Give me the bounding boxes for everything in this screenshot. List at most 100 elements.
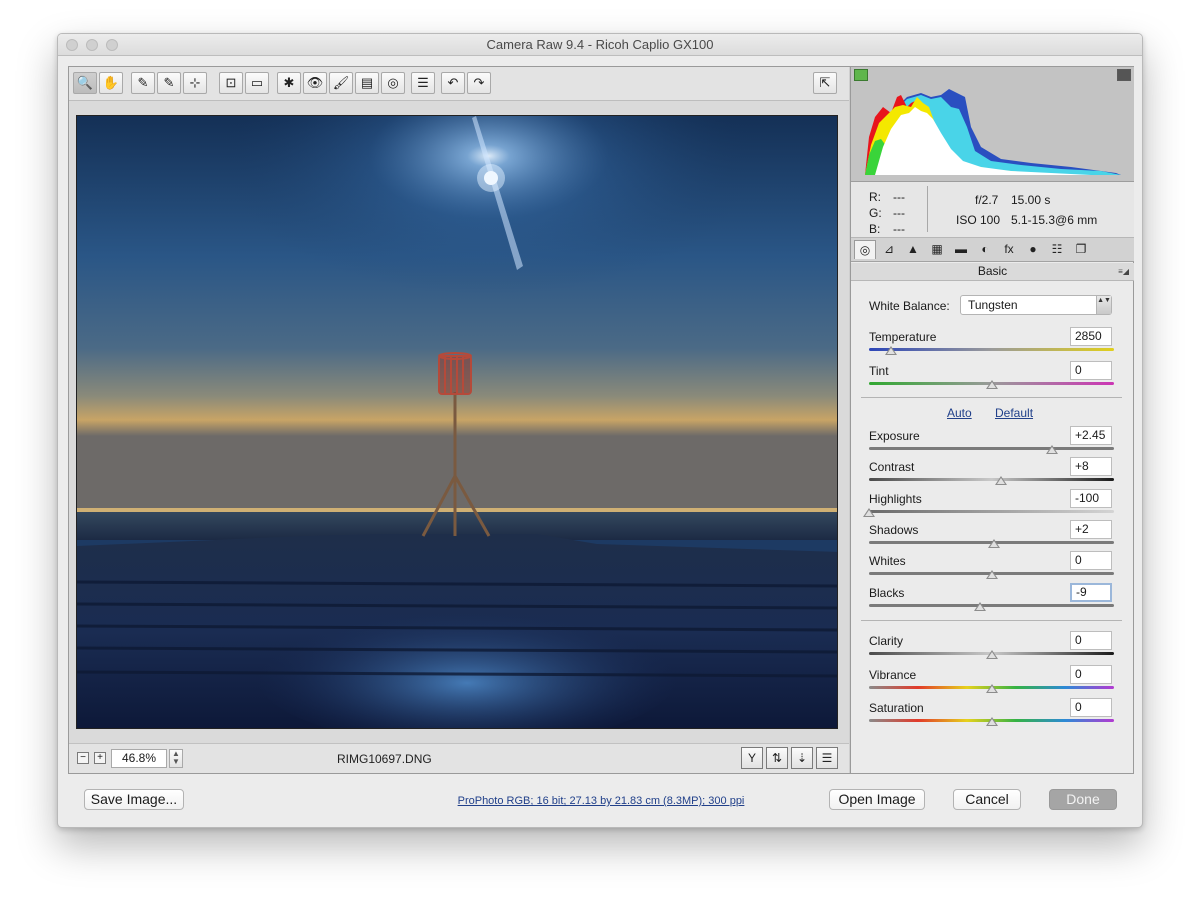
highlights-value-field[interactable]: -100: [1070, 489, 1112, 508]
adjustment-brush-button[interactable]: 🖌: [329, 72, 353, 94]
vibrance-slider-thumb[interactable]: [985, 684, 998, 693]
panel-menu-icon[interactable]: ≡◢: [1118, 263, 1129, 280]
contrast-slider-track[interactable]: [869, 478, 1114, 481]
graduated-filter-button[interactable]: ▤: [355, 72, 379, 94]
tab-lens-corrections-icon[interactable]: ◐: [974, 240, 996, 259]
clarity-value-field[interactable]: 0: [1070, 631, 1112, 650]
zoom-tool-button[interactable]: 🔍: [73, 72, 97, 94]
hand-tool-button[interactable]: ✋: [99, 72, 123, 94]
toolbar: ⇱ 🔍 ✋ ✎ ✎ ⊹ ⊡ ▭ ✱ 👁 🖌 ▤ ◎ ☰ ↶ ↷: [69, 67, 849, 101]
temperature-slider-thumb[interactable]: [885, 346, 898, 355]
whites-value-field[interactable]: 0: [1070, 551, 1112, 570]
exposure-value-field[interactable]: +2.45: [1070, 426, 1112, 445]
camera-readout: R: --- G: --- B: --- f/2.7 15.00 s ISO 1…: [851, 182, 1134, 238]
shadows-label: Shadows: [869, 523, 919, 537]
whites-label: Whites: [869, 554, 906, 568]
filename-label: RIMG10697.DNG: [337, 752, 432, 766]
saturation-slider-thumb[interactable]: [985, 717, 998, 726]
blacks-slider-thumb[interactable]: [974, 602, 987, 611]
blacks-slider-track[interactable]: [869, 604, 1114, 607]
white-balance-label: White Balance:: [869, 299, 950, 313]
tab-camera-calibration-icon[interactable]: ●: [1022, 240, 1044, 259]
exposure-slider-thumb[interactable]: [1045, 445, 1058, 454]
blacks-value-field[interactable]: -9: [1070, 583, 1112, 602]
straighten-tool-icon: ▭: [250, 75, 264, 90]
shutter-speed-value: 15.00 s: [1011, 193, 1051, 207]
color-sampler-tool-button[interactable]: ✎: [157, 72, 181, 94]
tab-split-toning-icon[interactable]: ▬: [950, 240, 972, 259]
contrast-value-field[interactable]: +8: [1070, 457, 1112, 476]
highlights-slider-thumb[interactable]: [863, 508, 875, 517]
clarity-slider-thumb[interactable]: [985, 650, 998, 659]
before-after-view-icon[interactable]: Y: [741, 747, 763, 769]
auto-link[interactable]: Auto: [947, 406, 972, 420]
cancel-button[interactable]: Cancel: [953, 789, 1021, 810]
section-divider: [861, 397, 1122, 398]
straighten-tool-button[interactable]: ▭: [245, 72, 269, 94]
spot-removal-tool-button[interactable]: ✱: [277, 72, 301, 94]
iso-value: ISO 100: [956, 213, 1001, 227]
rotate-left-button[interactable]: ↶: [441, 72, 465, 94]
tab-tone-curve-icon[interactable]: ⊿: [878, 240, 900, 259]
photo-night-beach-moon: [77, 116, 837, 728]
white-balance-select[interactable]: Tungsten ▲▼: [960, 295, 1112, 315]
blue-value: ---: [893, 222, 905, 236]
histogram-graph: [865, 89, 1121, 175]
done-button[interactable]: Done: [1049, 789, 1117, 810]
open-preferences-button[interactable]: ☰: [411, 72, 435, 94]
whites-slider-thumb[interactable]: [985, 570, 998, 579]
section-divider: [861, 620, 1122, 621]
zoom-window-button[interactable]: [106, 39, 118, 51]
rotate-right-button[interactable]: ↷: [467, 72, 491, 94]
zoom-out-button[interactable]: −: [77, 752, 89, 764]
default-link[interactable]: Default: [995, 406, 1033, 420]
toggle-settings-icon[interactable]: ☰: [816, 747, 838, 769]
targeted-adjustment-tool-button[interactable]: ⊹: [183, 72, 207, 94]
aperture-value: f/2.7: [975, 193, 999, 207]
vibrance-value-field[interactable]: 0: [1070, 665, 1112, 684]
swap-before-after-icon[interactable]: ⇅: [766, 747, 788, 769]
lens-value: 5.1-15.3@6 mm: [1011, 213, 1098, 227]
select-arrows-icon: ▲▼: [1096, 296, 1111, 314]
toggle-fullscreen-button[interactable]: ⇱: [813, 72, 837, 94]
tab-hsl-icon[interactable]: ▦: [926, 240, 948, 259]
red-eye-removal-tool-icon: 👁: [306, 75, 324, 90]
green-value: ---: [893, 206, 905, 220]
shadows-value-field[interactable]: +2: [1070, 520, 1112, 539]
copy-current-settings-icon[interactable]: ⇣: [791, 747, 813, 769]
contrast-slider-thumb[interactable]: [995, 476, 1008, 485]
workflow-options-text[interactable]: ProPhoto RGB; 16 bit; 27.13 by 21.83 cm …: [458, 795, 745, 807]
white-balance-tool-button[interactable]: ✎: [131, 72, 155, 94]
crop-tool-button[interactable]: ⊡: [219, 72, 243, 94]
temperature-slider-track[interactable]: [869, 348, 1114, 351]
close-window-button[interactable]: [66, 39, 78, 51]
tab-effects-icon[interactable]: fx: [998, 240, 1020, 259]
tab-detail-icon[interactable]: ▲: [902, 240, 924, 259]
exposure-slider-track[interactable]: [869, 447, 1114, 450]
radial-filter-button[interactable]: ◎: [381, 72, 405, 94]
highlights-label: Highlights: [869, 492, 922, 506]
saturation-value-field[interactable]: 0: [1070, 698, 1112, 717]
open-image-button[interactable]: Open Image: [829, 789, 925, 810]
zoom-level-field[interactable]: 46.8%: [111, 749, 167, 768]
zoom-level-stepper[interactable]: ▲ ▼: [169, 749, 183, 768]
panel-title: Basic: [977, 264, 1008, 278]
temperature-value-field[interactable]: 2850: [1070, 327, 1112, 346]
zoom-in-button[interactable]: +: [94, 752, 106, 764]
tab-presets-icon[interactable]: ☷: [1046, 240, 1068, 259]
red-eye-removal-tool-button[interactable]: 👁: [303, 72, 327, 94]
panel-header: Basic ≡◢: [851, 263, 1134, 281]
highlights-slider-track[interactable]: [869, 510, 1114, 513]
panel-tabs: ◎ ⊿ ▲ ▦ ▬ ◐ fx ● ☷ ❐: [851, 238, 1134, 262]
tab-snapshots-icon[interactable]: ❐: [1070, 240, 1092, 259]
green-label: G:: [869, 206, 882, 220]
graduated-filter-icon: ▤: [360, 75, 374, 90]
hand-tool-icon: ✋: [102, 75, 120, 90]
tint-value-field[interactable]: 0: [1070, 361, 1112, 380]
status-bar: − + 46.8% ▲ ▼ RIMG10697.DNG Y ⇅ ⇣ ☰: [69, 743, 849, 773]
minimize-window-button[interactable]: [86, 39, 98, 51]
shadows-slider-thumb[interactable]: [987, 539, 1000, 548]
tab-basic-icon[interactable]: ◎: [854, 240, 876, 259]
tint-slider-thumb[interactable]: [985, 380, 998, 389]
image-preview[interactable]: [76, 115, 838, 729]
